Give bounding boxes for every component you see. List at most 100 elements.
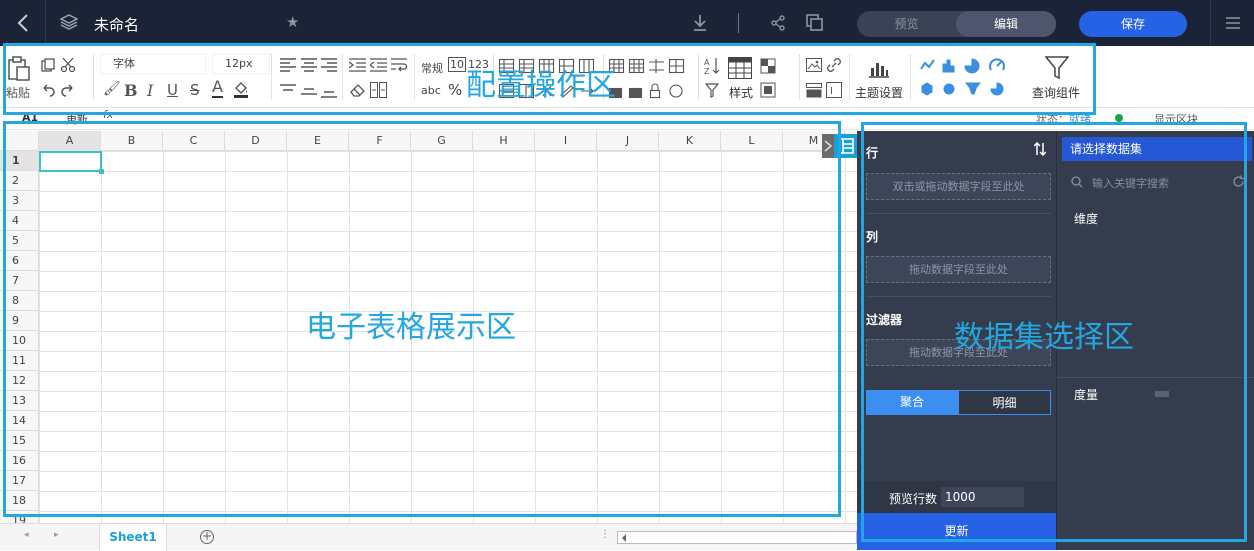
column-header[interactable]: B — [101, 131, 163, 151]
row-header[interactable]: 9 — [0, 311, 39, 331]
column-header[interactable]: D — [225, 131, 287, 151]
redo-icon[interactable] — [61, 83, 75, 97]
link-icon[interactable] — [826, 57, 842, 73]
columns-dropzone[interactable]: 拖动数据字段至此处 — [866, 256, 1051, 283]
align-bottom-icon[interactable] — [321, 84, 337, 98]
fx-icon[interactable]: fx — [103, 108, 113, 121]
row-header[interactable]: 14 — [0, 411, 39, 431]
align-top-icon[interactable] — [280, 84, 296, 98]
detail-tab[interactable]: 明细 — [958, 390, 1051, 415]
row-header[interactable]: 6 — [0, 251, 39, 271]
format-painter-icon[interactable]: 🖌 — [103, 81, 121, 97]
row-header[interactable]: 1 — [0, 151, 39, 171]
swap-icon[interactable] — [1034, 142, 1046, 156]
column-header[interactable]: E — [287, 131, 349, 151]
eraser-icon[interactable] — [350, 83, 366, 97]
align-middle-icon[interactable] — [301, 84, 317, 98]
row-header[interactable]: 10 — [0, 331, 39, 351]
selected-cell[interactable] — [39, 151, 104, 174]
align-left-icon[interactable] — [280, 58, 296, 72]
chart-types-icon[interactable] — [920, 58, 1010, 98]
query-component-label[interactable]: 查询组件 — [1032, 84, 1080, 101]
edit-tab[interactable]: 编辑 — [956, 11, 1056, 37]
column-header[interactable]: L — [721, 131, 783, 151]
italic-icon[interactable]: I — [147, 81, 153, 100]
column-header[interactable]: J — [597, 131, 659, 151]
row-header[interactable]: 2 — [0, 171, 39, 191]
column-header[interactable]: G — [411, 131, 473, 151]
panel-toggle[interactable] — [822, 134, 857, 158]
download-icon[interactable] — [692, 14, 708, 32]
bar-chart-icon[interactable] — [868, 60, 890, 78]
query-filter-icon[interactable] — [1045, 56, 1069, 80]
update-button[interactable]: 更新 — [857, 513, 1056, 550]
bold-icon[interactable]: B — [124, 81, 138, 100]
copy-icon[interactable] — [806, 14, 824, 32]
font-size-select[interactable]: 12px — [212, 54, 270, 74]
dataset-select[interactable]: 请选择数据集 — [1062, 137, 1252, 161]
save-button[interactable]: 保存 — [1079, 11, 1187, 37]
column-header[interactable]: K — [659, 131, 721, 151]
sheet-tab[interactable]: Sheet1 — [99, 524, 167, 551]
row-header[interactable]: 5 — [0, 231, 39, 251]
horizontal-scrollbar[interactable] — [617, 531, 857, 544]
conditional-format-icon[interactable] — [760, 58, 776, 98]
preview-tab[interactable]: 预览 — [857, 11, 956, 37]
panel-toggle-button[interactable] — [834, 134, 857, 158]
filter-icon[interactable] — [705, 83, 719, 98]
sort-icon[interactable]: AZ — [704, 57, 720, 75]
preview-rows-input[interactable]: 1000 — [941, 487, 1024, 507]
column-header[interactable]: H — [473, 131, 535, 151]
row-header[interactable]: 13 — [0, 391, 39, 411]
chart-block-icon[interactable] — [806, 83, 822, 98]
fill-color-icon[interactable] — [233, 80, 249, 98]
cell-reference[interactable]: A1 — [22, 111, 38, 124]
style-label[interactable]: 样式 — [729, 84, 753, 101]
rows-dropzone[interactable]: 双击或拖动数据字段至此处 — [866, 173, 1051, 200]
next-sheet-icon[interactable]: ▸ — [54, 530, 59, 540]
prev-sheet-icon[interactable]: ◂ — [24, 530, 29, 540]
align-right-icon[interactable] — [321, 58, 337, 72]
column-header[interactable]: I — [535, 131, 597, 151]
merge-cells-icon[interactable] — [370, 82, 387, 98]
theme-settings-label[interactable]: 主题设置 — [855, 84, 903, 101]
measure-menu-icon[interactable] — [1155, 391, 1169, 397]
layers-icon[interactable] — [60, 14, 78, 30]
report-title[interactable]: 未命名 — [94, 14, 139, 35]
font-color-icon[interactable]: A — [212, 78, 223, 98]
text-format-icon[interactable]: abc — [421, 84, 441, 97]
row-header[interactable]: 18 — [0, 491, 39, 511]
text-block-icon[interactable]: I — [826, 82, 842, 98]
add-sheet-button[interactable]: + — [200, 530, 214, 544]
indent-icon[interactable] — [349, 58, 366, 72]
strikethrough-icon[interactable]: S — [190, 81, 200, 99]
paste-icon[interactable] — [6, 56, 32, 82]
back-button[interactable] — [0, 0, 46, 46]
show-blocks-link[interactable]: 显示区块 — [1154, 111, 1198, 127]
column-header[interactable]: F — [349, 131, 411, 151]
row-header[interactable]: 4 — [0, 211, 39, 231]
percent-icon[interactable]: % — [448, 81, 462, 99]
row-header[interactable]: 8 — [0, 291, 39, 311]
aggregate-tab[interactable]: 聚合 — [866, 390, 958, 415]
row-header[interactable]: 15 — [0, 431, 39, 451]
underline-icon[interactable]: U — [167, 81, 178, 99]
refresh-icon[interactable] — [1232, 175, 1245, 188]
column-header[interactable]: C — [163, 131, 225, 151]
fill-handle[interactable] — [99, 169, 104, 174]
drag-handle-icon[interactable]: ⋮ — [600, 529, 610, 540]
row-header[interactable]: 16 — [0, 451, 39, 471]
row-header[interactable]: 19 — [0, 511, 39, 523]
wrap-text-icon[interactable] — [391, 57, 408, 73]
column-header[interactable]: A — [39, 131, 101, 151]
font-family-select[interactable]: 字体 — [100, 54, 206, 74]
row-header[interactable]: 12 — [0, 371, 39, 391]
row-header[interactable]: 11 — [0, 351, 39, 371]
row-header[interactable]: 3 — [0, 191, 39, 211]
number-format-select[interactable]: 常规 — [421, 60, 443, 76]
align-center-icon[interactable] — [301, 58, 317, 72]
update-link[interactable]: 更新 — [66, 111, 88, 127]
lock-cells-icon[interactable] — [609, 83, 691, 99]
image-icon[interactable] — [806, 58, 822, 72]
select-all-corner[interactable] — [0, 131, 39, 151]
